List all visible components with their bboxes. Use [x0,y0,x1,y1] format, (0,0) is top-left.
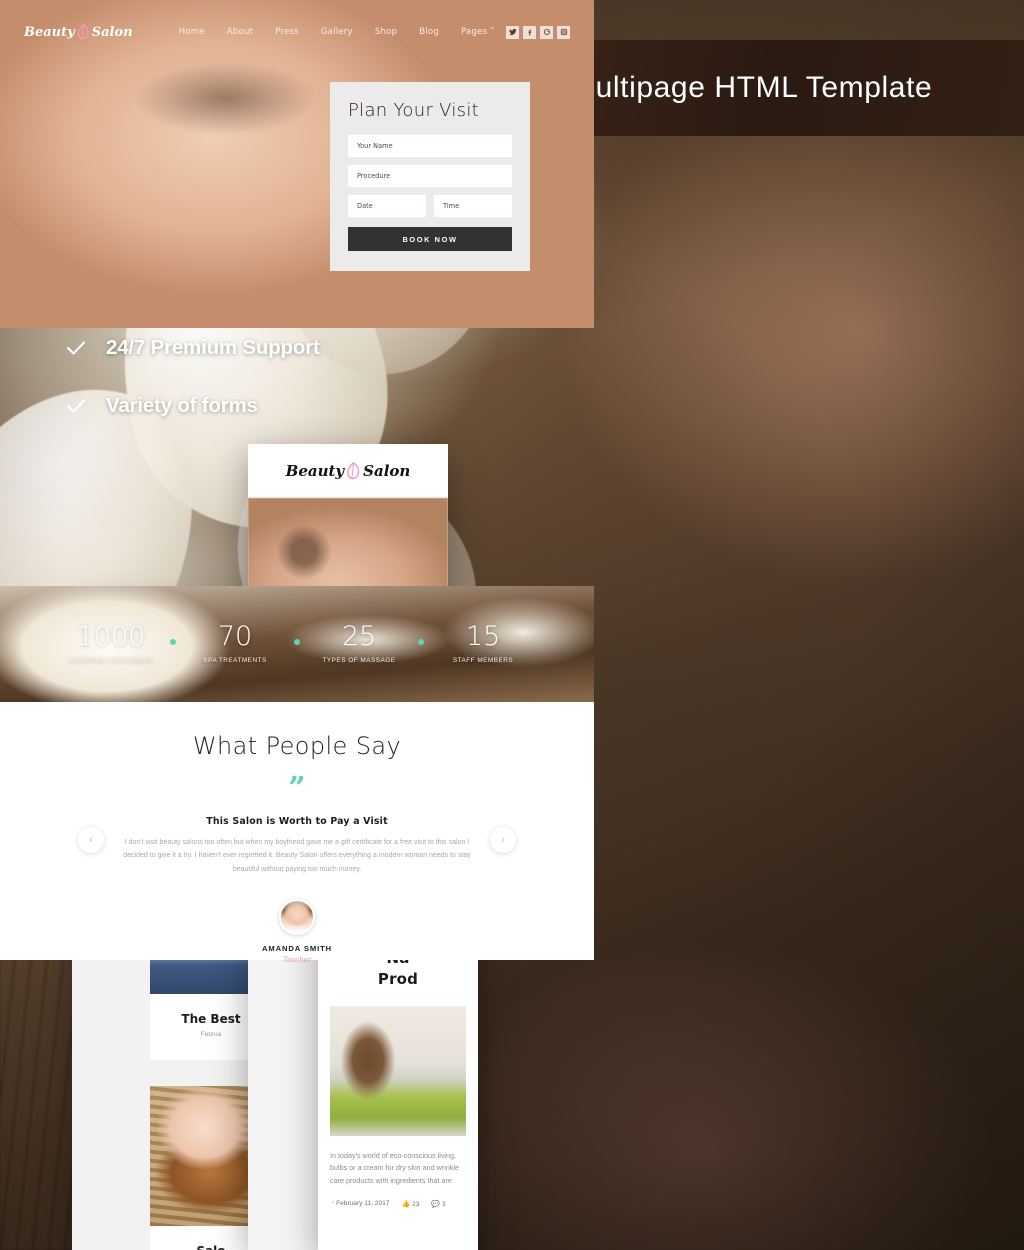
nav-item-press[interactable]: Press [275,27,299,37]
blog-post-image [330,1005,466,1136]
logo-text-salon: Salon [91,24,133,40]
statistics-section: 1000 SATISFIED CUSTOMERS 70 SPA TREATMEN… [0,585,594,702]
blog-post-excerpt: In today's world of eco-conscious living… [330,1150,460,1185]
blog-post-title-line2: Prod [377,969,419,988]
nav-item-about[interactable]: About [227,27,253,37]
date-placeholder: Date [357,202,373,210]
blog-post-meta: ◔ February 11, 2017 👍 23 💬 3 [330,1200,466,1208]
clock-icon: ◔ [330,1200,335,1208]
post-likes[interactable]: 👍 23 [401,1200,419,1208]
feature-item: 24/7 Premium Support [66,336,406,360]
carousel-prev-button[interactable]: ‹ [78,826,104,853]
stat-number: 70 [217,621,253,653]
social-links [506,25,570,39]
stat-item: 15 STAFF MEMBERS [424,623,542,664]
testimonials-section: What People Say ” This Salon is Worth to… [0,701,594,964]
testimonial-author-name: AMANDA SMITH [262,943,332,953]
stat-label: SATISFIED CUSTOMERS [68,657,154,665]
stat-number: 1000 [76,621,146,653]
book-now-button[interactable]: BOOK NOW [348,227,512,251]
twitter-icon[interactable] [506,25,519,39]
logo-text-salon: Salon [363,462,411,480]
feature-label: 24/7 Premium Support [106,336,320,359]
stat-number: 15 [465,621,501,653]
google-plus-icon[interactable] [540,25,553,39]
banner-title: Multipage HTML Template [570,71,933,104]
name-field[interactable]: Your Name [348,135,512,157]
quote-icon: ” [288,770,306,806]
name-placeholder: Your Name [357,142,393,150]
time-field[interactable]: Time [434,195,512,217]
stat-label: STAFF MEMBERS [452,657,514,665]
post-date: ◔ February 11, 2017 [330,1200,390,1208]
testimonial-headline: This Salon is Worth to Pay a Visit [206,815,388,827]
nav-item-gallery[interactable]: Gallery [321,27,353,37]
post-comments[interactable]: 💬 3 [431,1200,445,1208]
facebook-icon[interactable] [523,25,536,39]
stat-item: 1000 SATISFIED CUSTOMERS [52,623,170,664]
thumbs-up-icon: 👍 [401,1200,411,1208]
hero-section: Beauty Salon Home About Press Gallery Sh… [0,0,594,328]
stat-number: 25 [341,621,377,653]
main-navbar: Beauty Salon Home About Press Gallery Sh… [0,16,594,48]
logo-text-beauty: Beauty [24,24,75,40]
instagram-icon[interactable] [557,25,570,39]
stat-item: 25 TYPES OF MASSAGE [300,623,418,664]
blog-post[interactable]: Na Prod In today's world of eco-consciou… [318,934,478,1224]
check-icon [66,396,86,416]
stat-label: SPA TREATMENTS [203,657,267,665]
brand-logo: Beauty Salon [285,462,411,480]
feature-item: Variety of forms [66,394,406,418]
testimonials-title: What People Say [192,731,402,760]
nav-links: Home About Press Gallery Shop Blog Pages… [179,27,495,37]
leaf-icon [346,462,361,480]
mockup-nav: Beauty Salon [248,444,448,498]
comment-icon: 💬 [431,1200,441,1208]
date-time-row: Date Time [348,195,512,225]
testimonial-author-role: Teacher [282,955,312,964]
stat-label: TYPES OF MASSAGE [322,657,396,665]
date-field[interactable]: Date [348,195,426,217]
form-title: Plan Your Visit [348,100,480,121]
stats-row: 1000 SATISFIED CUSTOMERS 70 SPA TREATMEN… [0,586,594,702]
carousel-next-button[interactable]: › [490,826,516,853]
nav-item-blog[interactable]: Blog [419,27,439,37]
nav-item-home[interactable]: Home [179,27,205,37]
testimonial-body: I don't visit beauty salons too often bu… [123,838,471,874]
logo-text-beauty: Beauty [285,462,345,480]
avatar [279,898,315,935]
procedure-placeholder: Procedure [357,172,391,180]
feature-label: Variety of forms [106,394,258,417]
leaf-icon [77,24,90,40]
nav-item-pages[interactable]: Pages ˅ [461,27,495,37]
time-placeholder: Time [443,202,460,210]
nav-item-shop[interactable]: Shop [375,27,397,37]
stat-item: 70 SPA TREATMENTS [176,623,294,664]
check-icon [66,338,86,358]
procedure-field[interactable]: Procedure [348,165,512,187]
plan-visit-form[interactable]: Plan Your Visit Your Name Procedure Date… [330,82,530,271]
brand-logo[interactable]: Beauty Salon [24,24,133,40]
